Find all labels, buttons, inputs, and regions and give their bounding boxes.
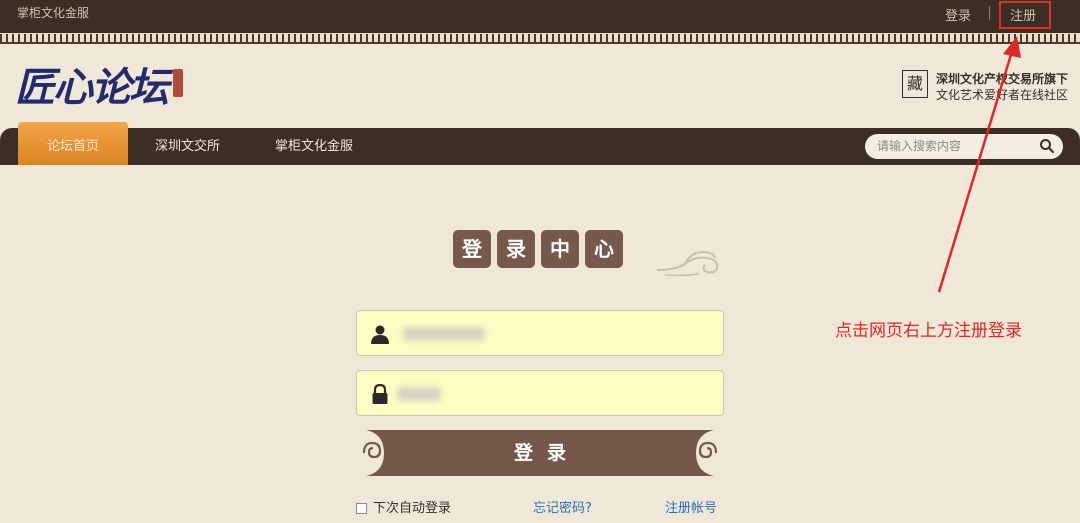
logo-text: 匠心论坛 — [15, 64, 169, 111]
top-site-name[interactable]: 掌柜文化金服 — [17, 4, 89, 21]
remember-me[interactable]: 下次自动登录 — [356, 497, 451, 516]
main-nav: 论坛首页 深圳文交所 掌柜文化金服 — [0, 122, 1080, 165]
nav-item-shenzhen-exchange[interactable]: 深圳文交所 — [155, 128, 220, 165]
title-char: 心 — [585, 230, 623, 268]
annotation-text: 点击网页右上方注册登录 — [835, 321, 1022, 341]
top-login-link[interactable]: 登录 — [945, 5, 971, 24]
login-button[interactable]: 登录 — [356, 430, 724, 476]
username-field[interactable] — [356, 310, 724, 356]
top-separator — [989, 6, 990, 20]
forgot-password-link[interactable]: 忘记密码? — [533, 497, 592, 516]
search-icon[interactable] — [1039, 138, 1055, 154]
title-char: 录 — [497, 230, 535, 268]
remember-me-checkbox[interactable] — [356, 503, 367, 514]
user-icon — [371, 325, 389, 344]
password-value-blurred — [397, 387, 441, 401]
right-scroll-ornament-icon — [696, 430, 724, 476]
register-highlight-box — [999, 1, 1051, 29]
site-logo[interactable]: 匠心论坛 — [15, 55, 190, 111]
annotation-arrow-icon — [937, 36, 1021, 293]
register-account-link[interactable]: 注册帐号 — [665, 497, 717, 516]
remember-me-label: 下次自动登录 — [373, 501, 452, 516]
decorative-border — [0, 33, 1080, 44]
nav-item-forum-home[interactable]: 论坛首页 — [18, 122, 128, 165]
login-button-label: 登录 — [513, 442, 580, 464]
password-field[interactable] — [356, 370, 724, 416]
username-value-blurred — [403, 327, 485, 341]
title-char: 登 — [453, 230, 491, 268]
nav-item-zhanggui[interactable]: 掌柜文化金服 — [275, 128, 353, 165]
title-char: 中 — [541, 230, 579, 268]
logo-seal — [173, 69, 183, 97]
lock-icon — [372, 384, 388, 404]
top-bar: 掌柜文化金服 登录 注册 — [0, 0, 1080, 33]
cloud-ornament-icon — [656, 250, 719, 277]
